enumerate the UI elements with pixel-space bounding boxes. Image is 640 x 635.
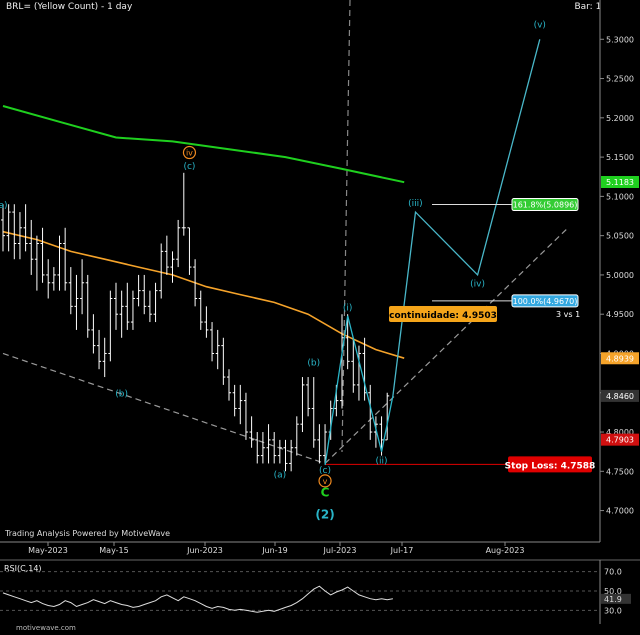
slow-moving-average-line bbox=[2, 105, 405, 184]
y-tick-label: 4.9500 bbox=[606, 310, 634, 319]
channel-line bbox=[2, 352, 326, 465]
wave-label: (b) bbox=[307, 358, 320, 368]
projection-path-line bbox=[392, 39, 541, 396]
y-tick-label: 5.0000 bbox=[606, 271, 634, 280]
x-tick-label: May-2023 bbox=[28, 546, 68, 555]
cycle-dashed-line bbox=[341, 0, 351, 453]
wave-label: (iii) bbox=[408, 199, 423, 209]
x-tick-label: Jun-19 bbox=[261, 546, 288, 555]
y-tick-label: 5.1000 bbox=[606, 192, 634, 201]
y-tick-label: 5.0500 bbox=[606, 232, 634, 241]
rsi-tick-label: 70.0 bbox=[604, 568, 622, 577]
price-box-label: 4.8939 bbox=[606, 354, 634, 363]
wave-label: (i) bbox=[343, 303, 353, 313]
wave-label: (2) bbox=[315, 507, 334, 521]
fib-level-label: 100.0%(4.9670) bbox=[513, 297, 578, 306]
rsi-line bbox=[2, 585, 393, 613]
circled-wave-label: iv bbox=[186, 149, 193, 158]
watermark-text: Trading Analysis Powered by MotiveWave bbox=[5, 529, 171, 538]
wave-label: (b) bbox=[115, 390, 128, 400]
x-tick-label: May-15 bbox=[99, 546, 128, 555]
wave-label: (ii) bbox=[376, 456, 388, 466]
x-tick-label: Jul-17 bbox=[390, 546, 414, 555]
continuation-label: continuidade: 4.9503 bbox=[389, 311, 497, 321]
rsi-tick-label: 41.9 bbox=[604, 595, 622, 604]
y-tick-label: 5.2000 bbox=[606, 114, 634, 123]
footer-url: motivewave.com bbox=[16, 624, 76, 632]
side-label: 3 vs 1 bbox=[556, 310, 580, 319]
price-box-label: 4.8460 bbox=[606, 392, 634, 401]
stop-loss-label: Stop Loss: 4.7588 bbox=[505, 461, 596, 471]
y-tick-label: 4.7500 bbox=[606, 467, 634, 476]
price-box-label: 4.7903 bbox=[606, 436, 634, 445]
rsi-label: RSI(C,14) bbox=[4, 564, 42, 573]
wave-label: C bbox=[321, 485, 330, 499]
x-tick-label: Aug-2023 bbox=[486, 546, 525, 555]
rsi-tick-label: 30.0 bbox=[604, 606, 622, 615]
price-chart[interactable]: 4.70004.75004.80004.85004.90004.95005.00… bbox=[0, 0, 640, 635]
x-tick-label: Jun-2023 bbox=[186, 546, 223, 555]
price-box-label: 5.1183 bbox=[606, 178, 634, 187]
wave-label: (a) bbox=[274, 471, 287, 481]
fib-level-label: 161.8%(5.0896) bbox=[513, 201, 578, 210]
x-tick-label: Jul-2023 bbox=[323, 546, 357, 555]
wave-label: (v) bbox=[534, 20, 546, 30]
channel-line bbox=[324, 227, 569, 464]
y-tick-label: 5.1500 bbox=[606, 153, 634, 162]
wave-label: (c) bbox=[183, 162, 195, 172]
y-tick-label: 4.7000 bbox=[606, 507, 634, 516]
wave-label: (iv) bbox=[470, 280, 485, 290]
y-tick-label: 5.3000 bbox=[606, 35, 634, 44]
wave-label: a) bbox=[0, 201, 8, 211]
circled-wave-label: v bbox=[323, 477, 328, 486]
y-tick-label: 5.2500 bbox=[606, 75, 634, 84]
